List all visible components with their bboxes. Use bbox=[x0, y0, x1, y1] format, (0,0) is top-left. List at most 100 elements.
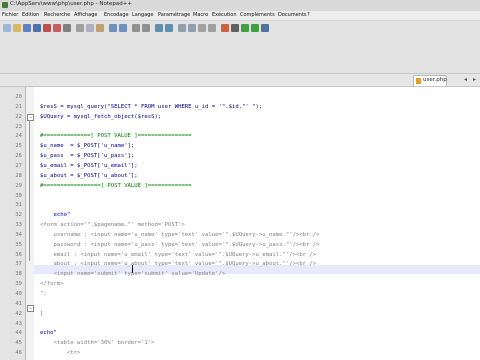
line-number: 35 bbox=[15, 241, 22, 248]
zoom-in-icon[interactable] bbox=[155, 24, 163, 32]
line-number: 31 bbox=[15, 202, 22, 209]
menu-complements[interactable]: Compléments bbox=[240, 12, 275, 18]
code-line[interactable]: <input name='submit' type='submit' value… bbox=[40, 271, 225, 277]
line-number: 25 bbox=[15, 143, 22, 150]
fold-toggle-icon[interactable]: − bbox=[27, 305, 34, 312]
line-number: 20 bbox=[15, 94, 22, 100]
show-all-chars-icon[interactable] bbox=[198, 24, 206, 32]
line-number: 43 bbox=[15, 320, 22, 327]
document-tab-strip: user.php ◂ ▸ bbox=[0, 74, 480, 87]
close-icon[interactable] bbox=[43, 24, 51, 32]
line-number: 23 bbox=[15, 123, 22, 130]
run-macro-multiple-icon[interactable] bbox=[251, 24, 259, 32]
line-number: 24 bbox=[15, 133, 22, 140]
line-number: 45 bbox=[15, 340, 22, 347]
code-line[interactable]: #=================[ POST VALUE ]========… bbox=[40, 183, 192, 189]
line-number: 33 bbox=[15, 222, 22, 229]
undo-icon[interactable] bbox=[109, 24, 117, 32]
cut-icon[interactable] bbox=[76, 24, 84, 32]
save-macro-icon[interactable] bbox=[261, 24, 269, 32]
code-line[interactable]: $UQuery = mysql_fetch_object($resS); bbox=[40, 114, 161, 120]
menu-help[interactable]: ? bbox=[307, 12, 310, 18]
line-number: 21 bbox=[15, 103, 22, 110]
replace-icon[interactable] bbox=[142, 24, 150, 32]
print-icon[interactable] bbox=[63, 24, 71, 32]
line-number: 46 bbox=[15, 350, 22, 357]
title-bar: C:\AppServ\www\php\user.php - Notepad++ bbox=[0, 0, 480, 11]
stop-macro-icon[interactable] bbox=[231, 24, 239, 32]
line-number: 36 bbox=[15, 251, 22, 258]
code-line[interactable]: $u_email = $_POST['u_email']; bbox=[40, 163, 138, 169]
tab-user-php[interactable]: user.php bbox=[413, 75, 447, 86]
tab-label: user.php bbox=[423, 77, 447, 83]
menu-parametrage[interactable]: Paramétrage bbox=[158, 12, 190, 18]
code-line[interactable]: $u_about = $_POST['u_about']; bbox=[40, 173, 138, 179]
line-number: 30 bbox=[15, 192, 22, 199]
menu-execution[interactable]: Exécution bbox=[212, 12, 237, 18]
code-line[interactable]: } bbox=[40, 311, 43, 317]
line-number: 41 bbox=[15, 300, 22, 307]
notepadpp-window: C:\AppServ\www\php\user.php - Notepad++ … bbox=[0, 0, 480, 360]
line-number: 42 bbox=[15, 310, 22, 317]
sync-scroll-icon[interactable] bbox=[178, 24, 186, 32]
code-line[interactable]: about : <input name='u_about' type='text… bbox=[40, 261, 316, 267]
line-number: 39 bbox=[15, 281, 22, 288]
code-line[interactable]: <form action='".$pagename."' method='POS… bbox=[40, 222, 185, 228]
code-line[interactable]: $u_name = $_POST['u_name']; bbox=[40, 143, 134, 149]
window-title: C:\AppServ\www\php\user.php - Notepad++ bbox=[10, 1, 132, 7]
line-number: 22 bbox=[15, 113, 22, 120]
code-line[interactable]: echo" bbox=[40, 212, 70, 218]
find-icon[interactable] bbox=[132, 24, 140, 32]
menu-bar: Fichier Edition Recherche Affichage Enco… bbox=[0, 11, 480, 21]
zoom-out-icon[interactable] bbox=[165, 24, 173, 32]
fold-toggle-icon[interactable]: − bbox=[27, 114, 34, 121]
code-line[interactable]: email : <input name='u_email' type='text… bbox=[40, 252, 316, 258]
line-number: 26 bbox=[15, 153, 22, 160]
menu-documents[interactable]: Documents bbox=[278, 12, 307, 18]
menu-macro[interactable]: Macro bbox=[193, 12, 208, 18]
line-number: 28 bbox=[15, 172, 22, 179]
menu-edition[interactable]: Edition bbox=[22, 12, 39, 18]
menu-langage[interactable]: Langage bbox=[132, 12, 154, 18]
code-line[interactable]: </form> bbox=[40, 281, 64, 287]
copy-icon[interactable] bbox=[86, 24, 94, 32]
code-line[interactable]: username : <input name='u_name' type='te… bbox=[40, 232, 319, 238]
menu-encodage[interactable]: Encodage bbox=[104, 12, 129, 18]
redo-icon[interactable] bbox=[119, 24, 127, 32]
line-number: 27 bbox=[15, 162, 22, 169]
code-line[interactable]: echo" bbox=[40, 330, 57, 336]
code-line[interactable]: <table width='30%' border='1'> bbox=[40, 340, 154, 346]
code-line[interactable]: #==============[ POST VALUE ]===========… bbox=[40, 133, 192, 139]
save-icon[interactable] bbox=[23, 24, 31, 32]
line-number: 44 bbox=[15, 330, 22, 337]
code-line[interactable]: $u_pass = $_POST['u_pass']; bbox=[40, 153, 134, 159]
menu-fichier[interactable]: Fichier bbox=[2, 12, 18, 18]
toolbar bbox=[0, 21, 480, 74]
menu-recherche[interactable]: Recherche bbox=[44, 12, 70, 18]
line-number: 34 bbox=[15, 231, 22, 238]
line-number: 29 bbox=[15, 182, 22, 189]
notepadpp-app-icon bbox=[2, 2, 8, 8]
line-number: 38 bbox=[15, 271, 22, 278]
line-number: 40 bbox=[15, 291, 22, 297]
save-all-icon[interactable] bbox=[33, 24, 41, 32]
close-all-icon[interactable] bbox=[53, 24, 61, 32]
tab-scroll-left-icon[interactable]: ◂ bbox=[462, 76, 469, 83]
fold-guide-line bbox=[29, 121, 30, 261]
word-wrap-icon[interactable] bbox=[188, 24, 196, 32]
menu-affichage[interactable]: Affichage bbox=[74, 12, 98, 18]
code-line[interactable]: <tr> bbox=[40, 350, 80, 356]
code-line[interactable]: $resS = mysql_query("SELECT * FROM user … bbox=[40, 104, 262, 110]
tab-scroll-right-icon[interactable]: ▸ bbox=[471, 76, 478, 83]
indent-guide-icon[interactable] bbox=[208, 24, 216, 32]
record-macro-icon[interactable] bbox=[221, 24, 229, 32]
open-file-icon[interactable] bbox=[13, 24, 21, 32]
play-macro-icon[interactable] bbox=[241, 24, 249, 32]
code-line[interactable]: "; bbox=[40, 291, 47, 297]
new-file-icon[interactable] bbox=[3, 24, 11, 32]
paste-icon[interactable] bbox=[96, 24, 104, 32]
file-modified-icon bbox=[416, 78, 421, 84]
code-line[interactable]: password : <input name='u_pass' type='te… bbox=[40, 242, 319, 248]
fold-margin[interactable] bbox=[26, 87, 34, 360]
line-number: 32 bbox=[15, 212, 22, 219]
